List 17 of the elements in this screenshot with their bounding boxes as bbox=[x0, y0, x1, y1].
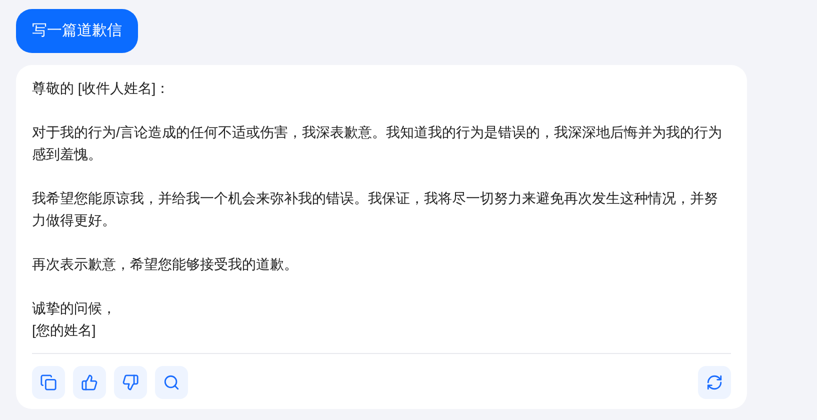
regenerate-button[interactable] bbox=[698, 366, 731, 399]
copy-icon bbox=[40, 374, 57, 391]
letter-text: 尊敬的 [收件人姓名]： bbox=[32, 79, 171, 98]
letter-text: 对于我的行为/言论造成的任何不适或伤害，我深表歉意。我知道我的行为是错误的，我深深地后悔并为我的行为感到羞愧。 bbox=[32, 123, 723, 164]
letter-text: 诚挚的问候， bbox=[32, 299, 117, 318]
letter-text: 我希望您能原谅我，并给我一个机会来弥补我的错误。我保证，我将尽一切努力来避免再次发生这种情况，并努力做得更好。 bbox=[32, 189, 719, 230]
search-button[interactable] bbox=[155, 366, 188, 399]
search-icon bbox=[163, 374, 180, 391]
copy-button[interactable] bbox=[32, 366, 65, 399]
thumbs-up-icon bbox=[81, 374, 98, 391]
like-button[interactable] bbox=[73, 366, 106, 399]
prompt-button[interactable]: 写一篇道歉信 bbox=[16, 9, 138, 53]
letter-text: [您的姓名] bbox=[32, 321, 97, 340]
letter-text: 再次表示歉意，希望您能够接受我的道歉。 bbox=[32, 255, 299, 274]
dislike-button[interactable] bbox=[114, 366, 147, 399]
refresh-icon bbox=[706, 374, 723, 391]
thumbs-down-icon bbox=[122, 374, 139, 391]
